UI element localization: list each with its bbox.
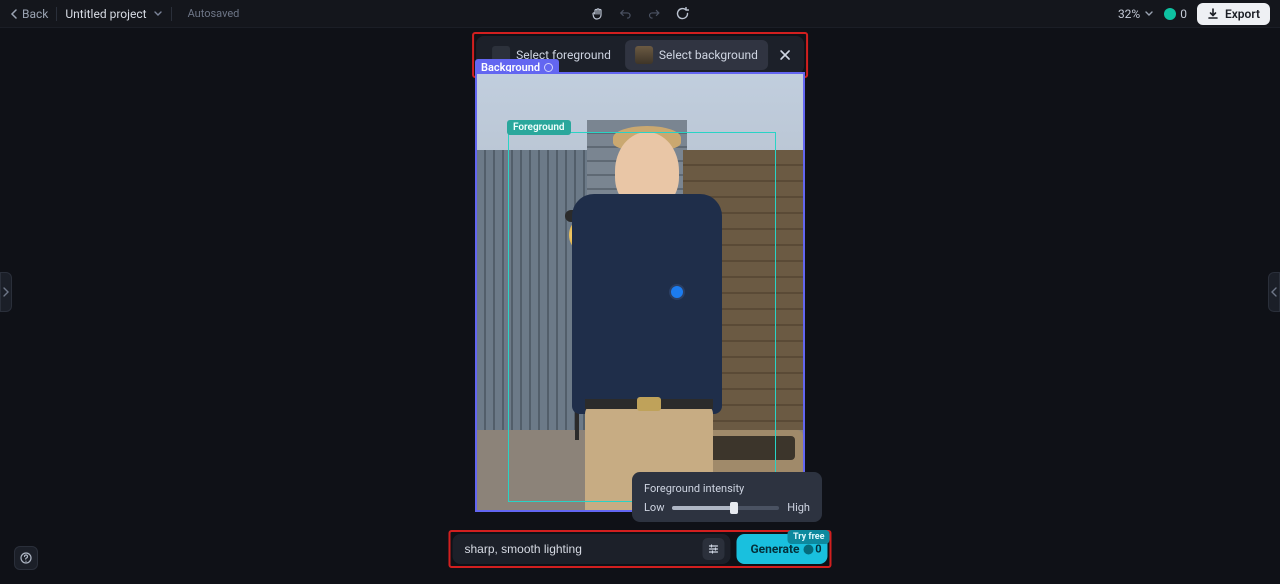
export-button[interactable]: Export <box>1197 3 1270 25</box>
canvas-image[interactable]: Foreground <box>475 72 805 512</box>
prompt-input-wrap <box>452 534 730 564</box>
foreground-intensity-title: Foreground intensity <box>644 482 810 495</box>
expand-right-panel[interactable] <box>1268 272 1280 312</box>
right-tools: 32% 0 Export <box>1118 3 1270 25</box>
close-icon <box>779 49 791 61</box>
select-background-button[interactable]: Select background <box>625 40 768 70</box>
help-button[interactable] <box>14 546 38 570</box>
foreground-bounding-box[interactable] <box>508 132 776 502</box>
export-label: Export <box>1225 7 1260 21</box>
canvas-stage: Background Foreground <box>475 72 805 512</box>
autosaved-status: Autosaved <box>188 7 240 20</box>
slider-thumb[interactable] <box>730 502 738 514</box>
foreground-layer-label[interactable]: Foreground <box>507 120 571 135</box>
annotation-prompt-bar: Generate 0 Try free <box>448 530 831 568</box>
undo-icon[interactable] <box>619 7 633 21</box>
generate-cost: 0 <box>803 543 821 556</box>
credits-value: 0 <box>1180 7 1187 21</box>
project-name: Untitled project <box>65 7 146 21</box>
credit-coin-icon <box>803 544 813 554</box>
separator <box>171 7 172 21</box>
chevron-left-icon <box>1271 287 1277 297</box>
separator <box>56 7 57 21</box>
chevron-right-icon <box>3 287 9 297</box>
reset-icon[interactable] <box>675 7 689 21</box>
generate-cluster: Generate 0 Try free <box>736 534 827 564</box>
background-thumb-icon <box>635 46 653 64</box>
try-free-badge[interactable]: Try free <box>788 530 830 544</box>
intensity-high-label: High <box>787 501 810 514</box>
generate-label: Generate <box>750 542 799 556</box>
zoom-value: 32% <box>1118 7 1140 21</box>
generate-cost-value: 0 <box>815 543 821 556</box>
chevron-left-icon <box>10 9 18 19</box>
credits-display[interactable]: 0 <box>1164 7 1187 21</box>
prompt-settings-button[interactable] <box>702 538 724 560</box>
select-background-label: Select background <box>659 48 758 62</box>
hand-tool-icon[interactable] <box>591 7 605 21</box>
top-bar: Back Untitled project Autosaved 32% 0 <box>0 0 1280 28</box>
pill-close-button[interactable] <box>772 42 798 68</box>
redo-icon[interactable] <box>647 7 661 21</box>
download-icon <box>1207 8 1219 20</box>
intensity-slider-row: Low High <box>644 501 810 514</box>
intensity-low-label: Low <box>644 501 664 514</box>
chevron-down-icon <box>153 10 163 18</box>
expand-left-panel[interactable] <box>0 272 12 312</box>
center-tools <box>591 7 689 21</box>
back-button[interactable]: Back <box>10 7 48 21</box>
chevron-down-icon <box>1144 10 1154 18</box>
credit-coin-icon <box>1164 8 1176 20</box>
foreground-intensity-panel: Foreground intensity Low High <box>632 472 822 522</box>
slider-fill <box>672 506 734 510</box>
help-icon <box>20 552 32 564</box>
project-name-dropdown[interactable]: Untitled project <box>65 7 162 21</box>
info-icon <box>544 63 553 72</box>
intensity-slider[interactable] <box>672 506 779 510</box>
back-label: Back <box>22 7 48 21</box>
zoom-dropdown[interactable]: 32% <box>1118 7 1154 21</box>
sliders-icon <box>707 543 719 555</box>
prompt-input[interactable] <box>464 542 702 556</box>
